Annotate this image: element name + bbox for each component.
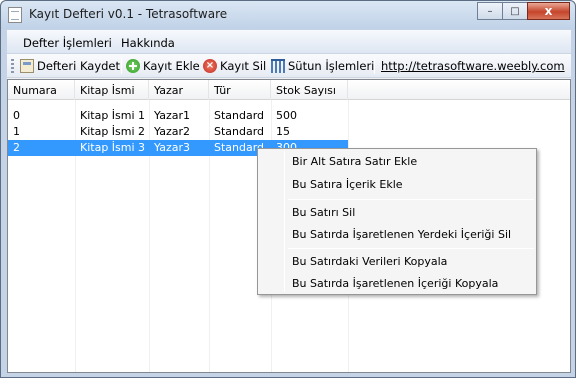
- menu-hakkinda[interactable]: Hakkında: [121, 36, 175, 50]
- grid-header: Numara Kitap İsmi Yazar Tür Stok Sayısı: [8, 80, 570, 100]
- toolbar-separator: [121, 58, 122, 74]
- window-title: Kayıt Defteri v0.1 - Tetrasoftware: [29, 7, 228, 21]
- delete-record-label: Kayıt Sil: [220, 59, 267, 73]
- cell-tur[interactable]: Standard: [209, 141, 264, 154]
- table-row[interactable]: 0 Kitap İsmi 1 Yazar1 Standard 500: [8, 108, 348, 124]
- toolbar: Defteri Kaydet Kayıt Ekle × Kayıt Sil Sü…: [7, 54, 571, 78]
- column-header-stok-sayisi[interactable]: Stok Sayısı: [271, 80, 348, 100]
- context-copy-marked-content[interactable]: Bu Satırda İşaretlenen İçeriği Kopyala: [292, 277, 498, 290]
- context-menu-separator: [288, 199, 534, 200]
- toolbar-grip-icon[interactable]: [11, 59, 14, 73]
- column-header-kitap-ismi[interactable]: Kitap İsmi: [75, 80, 149, 100]
- columns-icon: [271, 59, 285, 73]
- toolbar-separator: [374, 58, 375, 74]
- column-operations-button[interactable]: Sütun İşlemleri: [271, 59, 374, 73]
- menu-defter-islemleri[interactable]: Defter İşlemleri: [23, 36, 112, 50]
- website-link-label: http://tetrasoftware.weebly.com: [381, 59, 565, 73]
- maximize-button[interactable]: □: [502, 2, 528, 20]
- cell-yazar[interactable]: Yazar3: [149, 141, 190, 154]
- column-header-tur[interactable]: Tür: [209, 80, 271, 100]
- context-menu-gutter: [284, 151, 285, 292]
- cell-kitap-ismi[interactable]: Kitap İsmi 3: [75, 141, 145, 154]
- context-delete-marked-content[interactable]: Bu Satırda İşaretlenen Yerdeki İçeriği S…: [292, 228, 511, 241]
- cell-numara[interactable]: 0: [8, 109, 20, 122]
- table-row[interactable]: 1 Kitap İsmi 2 Yazar2 Standard 15: [8, 124, 348, 140]
- save-notebook-button[interactable]: Defteri Kaydet: [20, 59, 120, 73]
- save-notebook-label: Defteri Kaydet: [37, 59, 121, 73]
- context-delete-row[interactable]: Bu Satırı Sil: [292, 206, 355, 219]
- add-record-button[interactable]: Kayıt Ekle: [126, 59, 200, 73]
- cell-stok-sayisi[interactable]: 500: [271, 109, 297, 122]
- minimize-button[interactable]: –: [477, 2, 503, 20]
- cell-tur[interactable]: Standard: [209, 109, 264, 122]
- save-notebook-icon: [20, 59, 34, 73]
- context-add-row-below[interactable]: Bir Alt Satıra Satır Ekle: [292, 155, 417, 168]
- cell-kitap-ismi[interactable]: Kitap İsmi 1: [75, 109, 145, 122]
- context-add-content-to-row[interactable]: Bu Satıra İçerik Ekle: [292, 178, 403, 191]
- close-button[interactable]: x: [527, 2, 570, 20]
- menu-bar: Defter İşlemleri Hakkında: [7, 30, 571, 54]
- notebook-app-icon: [8, 7, 22, 23]
- column-operations-label: Sütun İşlemleri: [288, 59, 375, 73]
- delete-record-button[interactable]: × Kayıt Sil: [203, 59, 266, 73]
- row-context-menu: Bir Alt Satıra Satır Ekle Bu Satıra İçer…: [257, 148, 537, 295]
- column-header-numara[interactable]: Numara: [8, 80, 75, 100]
- website-link[interactable]: http://tetrasoftware.weebly.com: [381, 59, 565, 73]
- add-record-label: Kayıt Ekle: [143, 59, 200, 73]
- cell-stok-sayisi[interactable]: 15: [271, 125, 290, 138]
- cell-numara[interactable]: 2: [8, 141, 20, 154]
- cell-yazar[interactable]: Yazar2: [149, 125, 190, 138]
- window-controls: – □ x: [477, 2, 570, 20]
- context-copy-row-data[interactable]: Bu Satırdaki Verileri Kopyala: [292, 255, 447, 268]
- cell-kitap-ismi[interactable]: Kitap İsmi 2: [75, 125, 145, 138]
- context-menu-separator: [288, 248, 534, 249]
- add-icon: [126, 59, 140, 73]
- delete-icon: ×: [203, 59, 217, 73]
- title-bar[interactable]: Kayıt Defteri v0.1 - Tetrasoftware – □ x: [1, 1, 575, 29]
- cell-tur[interactable]: Standard: [209, 125, 264, 138]
- cell-yazar[interactable]: Yazar1: [149, 109, 190, 122]
- cell-numara[interactable]: 1: [8, 125, 20, 138]
- column-header-yazar[interactable]: Yazar: [149, 80, 209, 100]
